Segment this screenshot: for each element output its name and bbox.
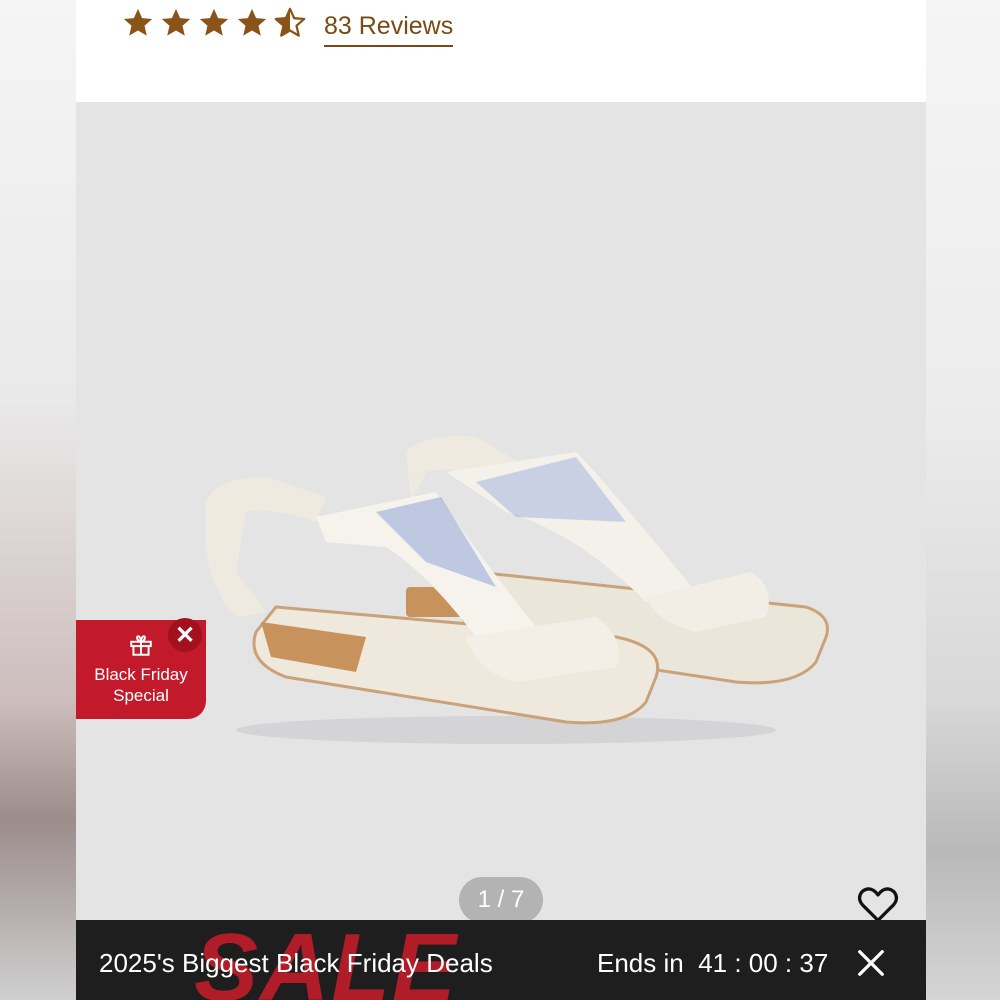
gift-icon [130,635,152,656]
promo-close-button[interactable]: ✕ [168,618,202,652]
countdown: Ends in 41 : 00 : 37 [597,948,828,979]
black-friday-promo-badge[interactable]: Black Friday Special ✕ [76,618,206,719]
star-icon [237,8,267,36]
half-star-icon [274,7,306,37]
promo-text: Black Friday Special [76,664,206,706]
close-icon: ✕ [174,621,196,649]
promo-line2: Special [113,686,169,705]
heart-icon[interactable] [856,884,900,924]
rating-stars[interactable] [121,6,307,40]
promo-line1: Black Friday [94,665,188,684]
image-counter: 1 / 7 [459,877,543,923]
reviews-link[interactable]: 83 Reviews [324,12,454,47]
ends-label: Ends in [597,948,684,978]
star-icon [161,8,191,36]
star-icon [123,8,153,36]
star-icon [199,8,229,36]
black-friday-banner[interactable]: SALE 2025's Biggest Black Friday Deals E… [76,920,926,1000]
rating-header: 83 Reviews [76,0,926,102]
product-page: 83 Reviews Black Friday Special ✕ 1 / 7 … [76,0,926,1000]
banner-close-icon[interactable] [856,948,886,978]
countdown-timer: 41 : 00 : 37 [698,948,829,978]
sandal-product-image [206,436,829,744]
right-background [926,0,1000,1000]
product-image-gallery[interactable]: Black Friday Special ✕ 1 / 7 [76,102,926,923]
banner-title: 2025's Biggest Black Friday Deals [99,948,493,978]
left-background [0,0,76,1000]
